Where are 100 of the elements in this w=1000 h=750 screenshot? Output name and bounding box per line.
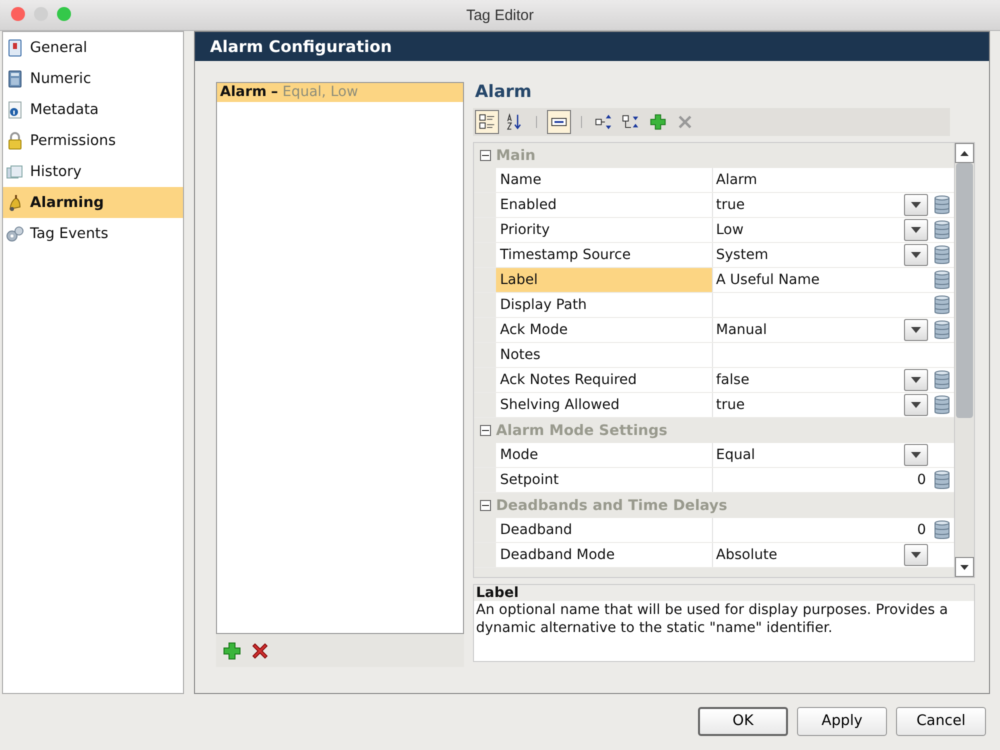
property-name[interactable]: Notes xyxy=(496,343,713,367)
description-title: Label xyxy=(474,585,974,601)
combo-box[interactable]: System xyxy=(713,243,930,267)
value-cell[interactable]: 0 xyxy=(713,518,930,542)
sort-az-icon xyxy=(505,113,523,131)
sidebar-item[interactable]: History xyxy=(3,156,183,187)
binding-cell[interactable] xyxy=(930,543,954,567)
dialog-button[interactable]: OK xyxy=(698,706,788,736)
binding-cell[interactable] xyxy=(930,393,954,417)
combo-box[interactable]: false xyxy=(713,368,930,392)
dropdown-button[interactable] xyxy=(904,194,928,216)
sidebar-item[interactable]: General xyxy=(3,32,183,63)
property-name[interactable]: Ack Mode xyxy=(496,318,713,342)
combo-box[interactable]: true xyxy=(713,393,930,417)
combo-box[interactable]: true xyxy=(713,193,930,217)
collapse-toggle[interactable] xyxy=(480,150,491,161)
database-icon xyxy=(934,320,950,340)
collapse-toggle[interactable] xyxy=(480,500,491,511)
database-icon xyxy=(934,395,950,415)
collapse-toggle[interactable] xyxy=(480,425,491,436)
dialog-button[interactable]: Cancel xyxy=(896,706,986,736)
property-name[interactable]: Shelving Allowed xyxy=(496,393,713,417)
property-name[interactable]: Timestamp Source xyxy=(496,243,713,267)
combo-box[interactable]: Manual xyxy=(713,318,930,342)
combo-box[interactable]: Absolute xyxy=(713,543,930,567)
value-cell[interactable] xyxy=(713,293,930,317)
binding-cell[interactable] xyxy=(930,518,954,542)
database-icon xyxy=(934,270,950,290)
folders-icon xyxy=(6,162,24,180)
dropdown-button[interactable] xyxy=(904,444,928,466)
property-name[interactable]: Setpoint xyxy=(496,468,713,492)
property-name[interactable]: Display Path xyxy=(496,293,713,317)
description-toggle-button[interactable] xyxy=(547,110,571,134)
expand-icon xyxy=(595,113,613,131)
property-name[interactable]: Deadband xyxy=(496,518,713,542)
categorized-view-button[interactable] xyxy=(475,110,499,134)
property-name[interactable]: Label xyxy=(496,268,713,292)
database-icon xyxy=(934,520,950,540)
info-icon xyxy=(6,100,24,118)
binding-cell[interactable] xyxy=(930,193,954,217)
database-icon xyxy=(934,220,950,240)
property-name[interactable]: Deadband Mode xyxy=(496,543,713,567)
value-cell[interactable]: Alarm xyxy=(713,168,930,192)
value-cell[interactable] xyxy=(713,343,930,367)
sidebar-item[interactable]: Permissions xyxy=(3,125,183,156)
caret-icon xyxy=(911,227,921,233)
section-header: Alarm Mode Settings xyxy=(496,422,668,438)
editor-title: Alarm xyxy=(474,82,533,104)
property-name[interactable]: Priority xyxy=(496,218,713,242)
add-icon[interactable] xyxy=(222,640,242,660)
caret-icon xyxy=(911,452,921,458)
scrollbar[interactable] xyxy=(954,143,974,577)
property-name[interactable]: Ack Notes Required xyxy=(496,368,713,392)
database-icon xyxy=(934,370,950,390)
dropdown-button[interactable] xyxy=(904,244,928,266)
property-name[interactable]: Name xyxy=(496,168,713,192)
sidebar-item[interactable]: Alarming xyxy=(3,187,183,218)
binding-cell[interactable] xyxy=(930,243,954,267)
alarm-list-item[interactable]: Alarm – Equal, Low xyxy=(217,83,463,102)
sidebar-item[interactable]: Numeric xyxy=(3,63,183,94)
scroll-up-button[interactable] xyxy=(955,143,974,163)
combo-box[interactable]: Equal xyxy=(713,443,930,467)
down-arrow-icon xyxy=(960,564,969,570)
dialog-button[interactable]: Apply xyxy=(797,706,887,736)
section-header: Deadbands and Time Delays xyxy=(496,498,728,514)
panel-header: Alarm Configuration xyxy=(195,32,989,61)
binding-cell[interactable] xyxy=(930,318,954,342)
binding-cell[interactable] xyxy=(930,368,954,392)
sidebar-item[interactable]: Metadata xyxy=(3,94,183,125)
scroll-down-button[interactable] xyxy=(955,557,974,577)
document-icon xyxy=(6,38,24,56)
dropdown-button[interactable] xyxy=(904,219,928,241)
padlock-icon xyxy=(6,132,24,150)
database-icon xyxy=(934,295,950,315)
binding-cell[interactable] xyxy=(930,268,954,292)
x-icon xyxy=(676,113,694,131)
value-cell[interactable]: A Useful Name xyxy=(713,268,930,292)
property-name[interactable]: Enabled xyxy=(496,193,713,217)
close-button[interactable] xyxy=(11,7,25,21)
binding-cell[interactable] xyxy=(930,443,954,467)
property-name[interactable]: Mode xyxy=(496,443,713,467)
scrollbar-thumb[interactable] xyxy=(956,163,973,418)
binding-cell[interactable] xyxy=(930,168,954,192)
caret-icon xyxy=(911,252,921,258)
sidebar-item[interactable]: Tag Events xyxy=(3,218,183,249)
dropdown-button[interactable] xyxy=(904,319,928,341)
dropdown-button[interactable] xyxy=(904,394,928,416)
binding-cell[interactable] xyxy=(930,343,954,367)
binding-cell[interactable] xyxy=(930,293,954,317)
combo-box[interactable]: Low xyxy=(713,218,930,242)
delete-icon[interactable] xyxy=(250,640,270,660)
value-cell[interactable]: 0 xyxy=(713,468,930,492)
tree-list-icon xyxy=(478,113,496,131)
dropdown-button[interactable] xyxy=(904,369,928,391)
description-text: An optional name that will be used for display purposes. Provides a dynamic alternative to the static "name" identifier. xyxy=(475,601,949,637)
binding-cell[interactable] xyxy=(930,468,954,492)
binding-cell[interactable] xyxy=(930,218,954,242)
caret-icon xyxy=(911,552,921,558)
dropdown-button[interactable] xyxy=(904,544,928,566)
caret-icon xyxy=(911,327,921,333)
